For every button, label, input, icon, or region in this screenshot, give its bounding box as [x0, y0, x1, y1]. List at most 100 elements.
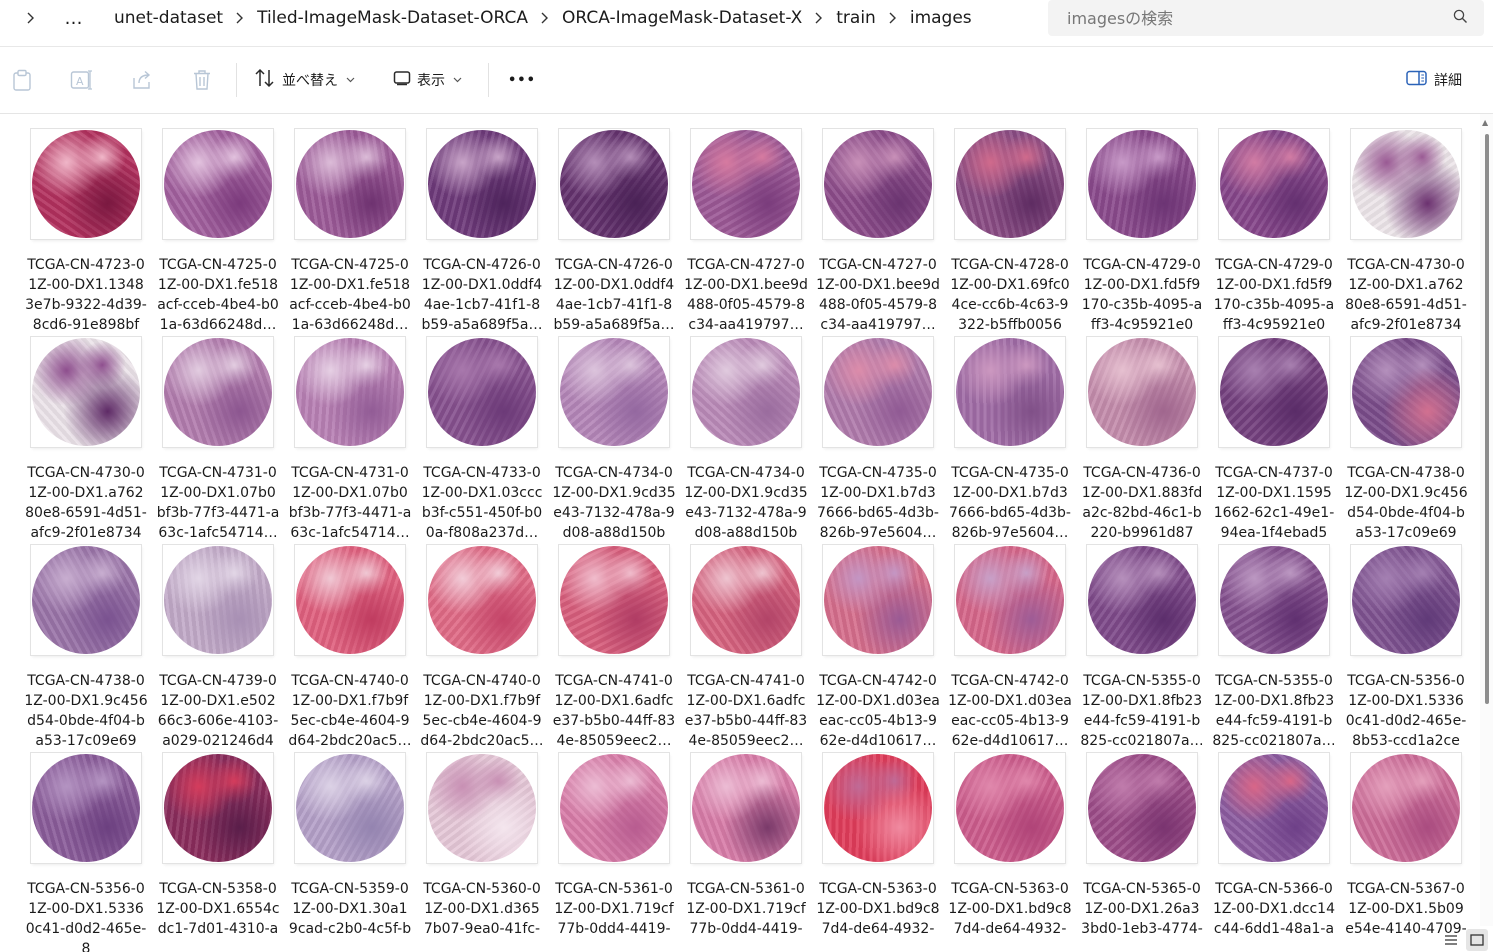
- file-thumbnail[interactable]: [1351, 337, 1461, 447]
- file-item[interactable]: TCGA-CN-5363-01Z-00-DX1.bd9c87d4-de64-49…: [812, 751, 944, 952]
- file-item[interactable]: TCGA-CN-4740-01Z-00-DX1.f7b9f5ec-cb4e-46…: [416, 543, 548, 751]
- file-item[interactable]: TCGA-CN-5358-01Z-00-DX1.6554cdc1-7d01-43…: [152, 751, 284, 952]
- file-item[interactable]: TCGA-CN-5356-01Z-00-DX1.53360c41-d0d2-46…: [20, 751, 152, 952]
- file-thumbnail[interactable]: [823, 129, 933, 239]
- file-item[interactable]: TCGA-CN-5360-01Z-00-DX1.d3657b07-9ea0-41…: [416, 751, 548, 952]
- chevron-right-icon[interactable]: [233, 12, 247, 24]
- file-item[interactable]: TCGA-CN-5359-01Z-00-DX1.30a19cad-c2b0-4c…: [284, 751, 416, 952]
- file-item[interactable]: TCGA-CN-4742-01Z-00-DX1.d03eaeac-cc05-4b…: [944, 543, 1076, 751]
- file-thumbnail[interactable]: [163, 129, 273, 239]
- file-thumbnail[interactable]: [1087, 337, 1197, 447]
- file-item[interactable]: TCGA-CN-4730-01Z-00-DX1.a76280e8-6591-4d…: [20, 335, 152, 543]
- file-item[interactable]: TCGA-CN-4727-01Z-00-DX1.bee9d488-0f05-45…: [812, 127, 944, 335]
- file-thumbnail[interactable]: [955, 753, 1065, 863]
- file-thumbnail[interactable]: [559, 753, 669, 863]
- file-item[interactable]: TCGA-CN-4726-01Z-00-DX1.0ddf44ae-1cb7-41…: [548, 127, 680, 335]
- more-options-button[interactable]: •••: [508, 68, 536, 92]
- details-view-icon[interactable]: [1440, 929, 1462, 951]
- file-item[interactable]: TCGA-CN-4741-01Z-00-DX1.6adfce37-b5b0-44…: [548, 543, 680, 751]
- file-thumbnail[interactable]: [1351, 545, 1461, 655]
- share-icon[interactable]: [130, 68, 154, 92]
- file-item[interactable]: TCGA-CN-4738-01Z-00-DX1.9c456d54-0bde-4f…: [20, 543, 152, 751]
- scroll-up-arrow-icon[interactable]: ▲: [1482, 118, 1488, 127]
- file-thumbnail[interactable]: [691, 129, 801, 239]
- file-item[interactable]: TCGA-CN-4734-01Z-00-DX1.9cd35e43-7132-47…: [548, 335, 680, 543]
- file-item[interactable]: TCGA-CN-4741-01Z-00-DX1.6adfce37-b5b0-44…: [680, 543, 812, 751]
- breadcrumb-item-tiled-dataset[interactable]: Tiled-ImageMask-Dataset-ORCA: [247, 8, 538, 28]
- file-thumbnail[interactable]: [955, 545, 1065, 655]
- file-item[interactable]: TCGA-CN-4739-01Z-00-DX1.e50266c3-606e-41…: [152, 543, 284, 751]
- file-item[interactable]: TCGA-CN-4742-01Z-00-DX1.d03eaeac-cc05-4b…: [812, 543, 944, 751]
- file-thumbnail[interactable]: [295, 337, 405, 447]
- file-thumbnail[interactable]: [427, 337, 537, 447]
- delete-icon[interactable]: [190, 68, 214, 92]
- chevron-right-icon[interactable]: [812, 12, 826, 24]
- file-thumbnail[interactable]: [427, 545, 537, 655]
- file-item[interactable]: TCGA-CN-4731-01Z-00-DX1.07b0bf3b-77f3-44…: [152, 335, 284, 543]
- file-thumbnail[interactable]: [163, 337, 273, 447]
- file-thumbnail[interactable]: [163, 753, 273, 863]
- file-thumbnail[interactable]: [31, 545, 141, 655]
- paste-icon[interactable]: [10, 68, 34, 92]
- file-item[interactable]: TCGA-CN-4723-01Z-00-DX1.13483e7b-9322-4d…: [20, 127, 152, 335]
- file-thumbnail[interactable]: [691, 753, 801, 863]
- file-thumbnail[interactable]: [163, 545, 273, 655]
- file-item[interactable]: TCGA-CN-4729-01Z-00-DX1.fd5f9170-c35b-40…: [1076, 127, 1208, 335]
- file-thumbnail[interactable]: [1219, 753, 1329, 863]
- breadcrumb-item-train[interactable]: train: [826, 8, 886, 28]
- view-button[interactable]: 表示: [393, 68, 462, 92]
- file-item[interactable]: TCGA-CN-4736-01Z-00-DX1.883fda2c-82bd-46…: [1076, 335, 1208, 543]
- file-thumbnail[interactable]: [427, 129, 537, 239]
- file-thumbnail[interactable]: [559, 129, 669, 239]
- file-item[interactable]: TCGA-CN-5355-01Z-00-DX1.8fb23e44-fc59-41…: [1208, 543, 1340, 751]
- file-item[interactable]: TCGA-CN-4740-01Z-00-DX1.f7b9f5ec-cb4e-46…: [284, 543, 416, 751]
- file-item[interactable]: TCGA-CN-5361-01Z-00-DX1.719cf77b-0dd4-44…: [680, 751, 812, 952]
- file-item[interactable]: TCGA-CN-4737-01Z-00-DX1.15951662-62c1-49…: [1208, 335, 1340, 543]
- large-icons-view-icon[interactable]: [1466, 929, 1488, 951]
- search-input[interactable]: [1048, 7, 1439, 29]
- details-button[interactable]: 詳細: [1406, 68, 1462, 92]
- file-thumbnail[interactable]: [691, 337, 801, 447]
- file-thumbnail[interactable]: [955, 129, 1065, 239]
- rename-icon[interactable]: A: [70, 68, 94, 92]
- file-item[interactable]: TCGA-CN-5363-01Z-00-DX1.bd9c87d4-de64-49…: [944, 751, 1076, 952]
- file-thumbnail[interactable]: [31, 753, 141, 863]
- file-item[interactable]: TCGA-CN-4734-01Z-00-DX1.9cd35e43-7132-47…: [680, 335, 812, 543]
- file-item[interactable]: TCGA-CN-4725-01Z-00-DX1.fe518acf-cceb-4b…: [152, 127, 284, 335]
- file-thumbnail[interactable]: [559, 337, 669, 447]
- file-item[interactable]: TCGA-CN-5356-01Z-00-DX1.53360c41-d0d2-46…: [1340, 543, 1472, 751]
- file-thumbnail[interactable]: [823, 545, 933, 655]
- vertical-scrollbar[interactable]: ▲: [1480, 114, 1493, 926]
- file-item[interactable]: TCGA-CN-4726-01Z-00-DX1.0ddf44ae-1cb7-41…: [416, 127, 548, 335]
- file-item[interactable]: TCGA-CN-4725-01Z-00-DX1.fe518acf-cceb-4b…: [284, 127, 416, 335]
- file-item[interactable]: TCGA-CN-4733-01Z-00-DX1.03cccb3f-c551-45…: [416, 335, 548, 543]
- file-thumbnail[interactable]: [1219, 129, 1329, 239]
- sort-button[interactable]: 並べ替え: [254, 68, 355, 92]
- file-thumbnail[interactable]: [955, 337, 1065, 447]
- file-item[interactable]: TCGA-CN-4727-01Z-00-DX1.bee9d488-0f05-45…: [680, 127, 812, 335]
- breadcrumb-item-orca-dataset[interactable]: ORCA-ImageMask-Dataset-X: [552, 8, 812, 28]
- search-box[interactable]: [1048, 0, 1484, 36]
- file-thumbnail[interactable]: [427, 753, 537, 863]
- file-thumbnail[interactable]: [1087, 129, 1197, 239]
- file-thumbnail[interactable]: [1351, 129, 1461, 239]
- scrollbar-thumb[interactable]: [1485, 134, 1489, 704]
- file-thumbnail[interactable]: [1351, 753, 1461, 863]
- file-item[interactable]: TCGA-CN-4731-01Z-00-DX1.07b0bf3b-77f3-44…: [284, 335, 416, 543]
- file-item[interactable]: TCGA-CN-5365-01Z-00-DX1.26a33bd0-1eb3-47…: [1076, 751, 1208, 952]
- file-thumbnail[interactable]: [559, 545, 669, 655]
- file-item[interactable]: TCGA-CN-4738-01Z-00-DX1.9c456d54-0bde-4f…: [1340, 335, 1472, 543]
- file-item[interactable]: TCGA-CN-5366-01Z-00-DX1.dcc14c44-6dd1-48…: [1208, 751, 1340, 952]
- breadcrumb-overflow[interactable]: …: [44, 8, 104, 29]
- file-thumbnail[interactable]: [1219, 545, 1329, 655]
- file-thumbnail[interactable]: [1087, 545, 1197, 655]
- search-icon[interactable]: [1453, 9, 1468, 28]
- file-item[interactable]: TCGA-CN-5361-01Z-00-DX1.719cf77b-0dd4-44…: [548, 751, 680, 952]
- file-thumbnail[interactable]: [295, 129, 405, 239]
- chevron-right-icon[interactable]: [886, 12, 900, 24]
- file-thumbnail[interactable]: [295, 545, 405, 655]
- file-thumbnail[interactable]: [823, 753, 933, 863]
- file-item[interactable]: TCGA-CN-4729-01Z-00-DX1.fd5f9170-c35b-40…: [1208, 127, 1340, 335]
- file-thumbnail[interactable]: [1219, 337, 1329, 447]
- file-item[interactable]: TCGA-CN-4735-01Z-00-DX1.b7d37666-bd65-4d…: [944, 335, 1076, 543]
